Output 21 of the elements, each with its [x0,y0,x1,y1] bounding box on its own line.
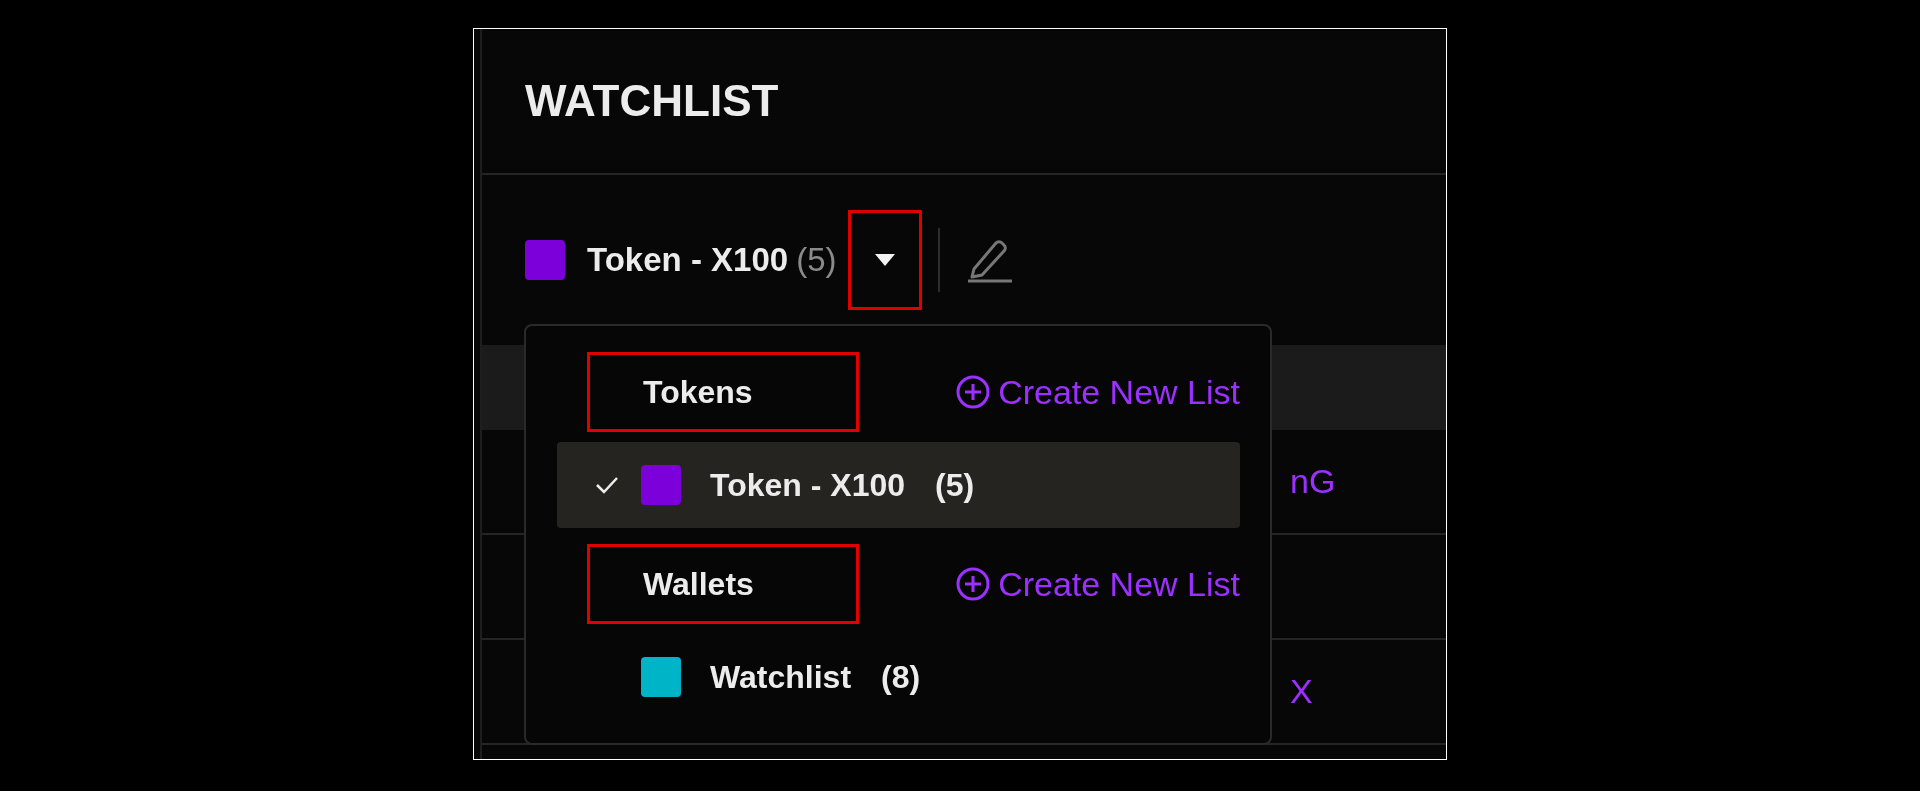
table-cell-text: X [1290,671,1313,712]
dropdown-button[interactable] [848,210,923,310]
list-count: (5) [935,466,975,505]
plus-circle-icon [956,375,991,409]
list-item[interactable]: Watchlist (8) [557,634,1240,720]
create-list-link[interactable]: Create New List [956,366,1240,418]
table-cell-text: nG [1290,461,1336,502]
list-count: (5) [796,240,837,281]
list-name: Token - X100 [587,240,789,281]
list-name: Watchlist [710,658,852,697]
list-name: Token - X100 [710,466,906,505]
panel-title: WATCHLIST [525,75,779,127]
edit-icon[interactable] [966,237,1015,283]
plus-circle-icon [956,567,991,601]
caret-icon [874,253,897,267]
list-item[interactable]: Token - X100 (5) [557,442,1240,528]
check-icon [595,475,619,495]
create-list-link[interactable]: Create New List [956,558,1240,610]
group-label: Tokens [587,352,859,432]
group-label: Wallets [587,544,859,624]
list-count: (8) [881,658,921,697]
